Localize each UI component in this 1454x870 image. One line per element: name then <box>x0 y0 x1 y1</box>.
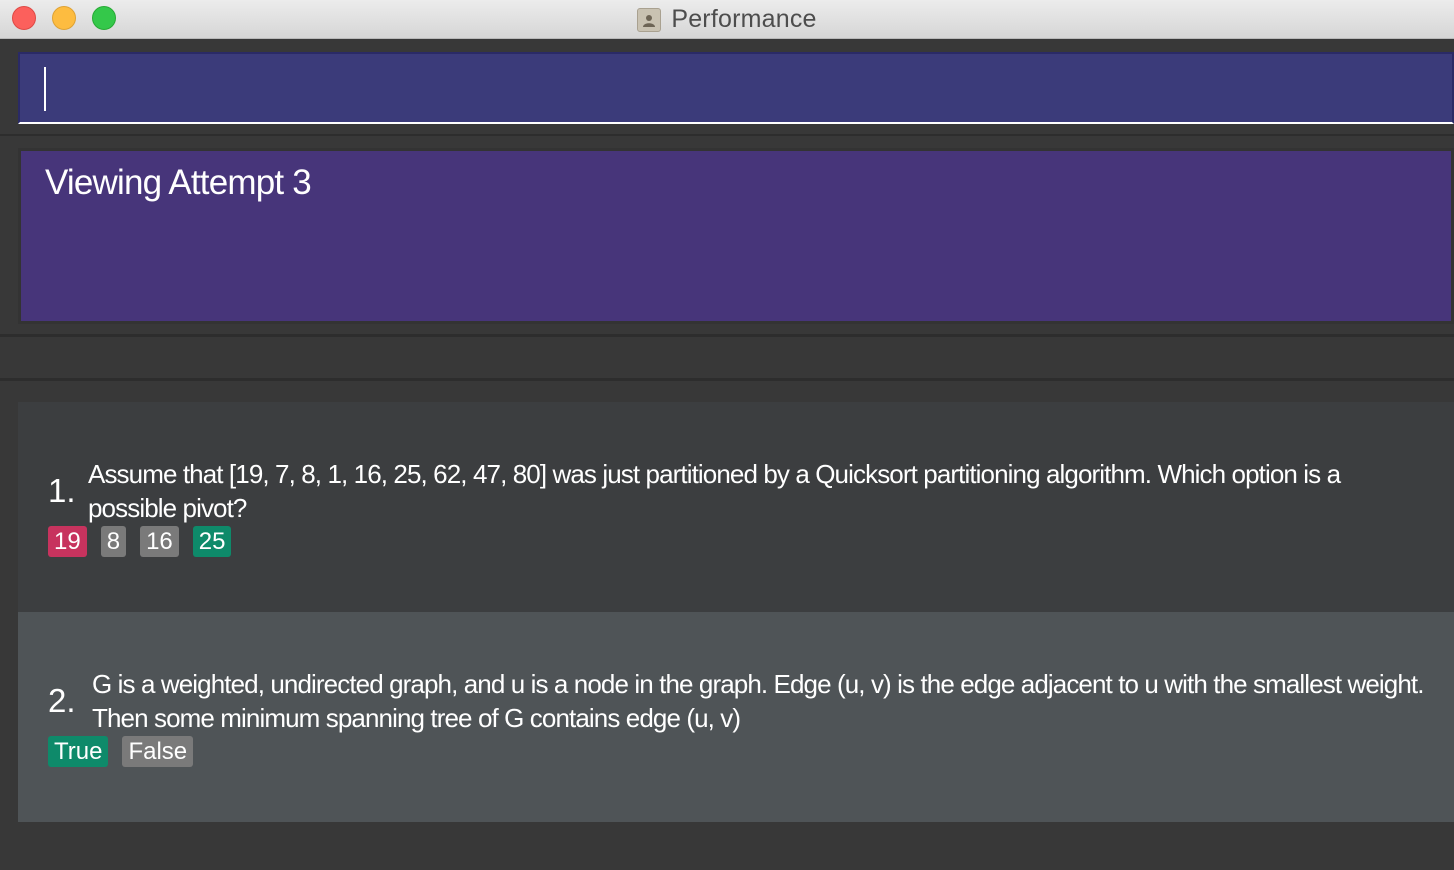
divider <box>0 378 1454 381</box>
question-number: 1. <box>48 472 76 509</box>
option-tag: 8 <box>100 526 127 557</box>
question-text: G is a weighted, undirected graph, and u… <box>92 669 1424 733</box>
title-bar: Performance <box>0 0 1454 39</box>
divider <box>0 334 1454 337</box>
command-input[interactable] <box>18 52 1454 124</box>
question-number: 2. <box>48 682 76 719</box>
window-title-group: Performance <box>0 0 1454 39</box>
question-options: 19 8 16 25 <box>48 526 232 557</box>
result-display: Viewing Attempt 3 <box>18 148 1454 324</box>
option-tag: 19 <box>48 526 87 557</box>
option-tag: 16 <box>140 526 179 557</box>
question-card-1[interactable]: 1. Assume that [19, 7, 8, 1, 16, 25, 62,… <box>18 402 1454 612</box>
text-caret <box>44 67 46 111</box>
divider <box>0 134 1454 136</box>
option-tag: 25 <box>192 526 232 557</box>
question-card-2[interactable]: 2. G is a weighted, undirected graph, an… <box>18 612 1454 822</box>
app-document-icon <box>637 7 662 32</box>
result-message: Viewing Attempt 3 <box>45 163 312 202</box>
option-tag: False <box>122 736 194 767</box>
question-options: True False <box>48 736 194 767</box>
question-text: Assume that [19, 7, 8, 1, 16, 25, 62, 47… <box>88 459 1341 523</box>
window-title: Performance <box>671 5 817 33</box>
option-tag: True <box>48 736 109 767</box>
